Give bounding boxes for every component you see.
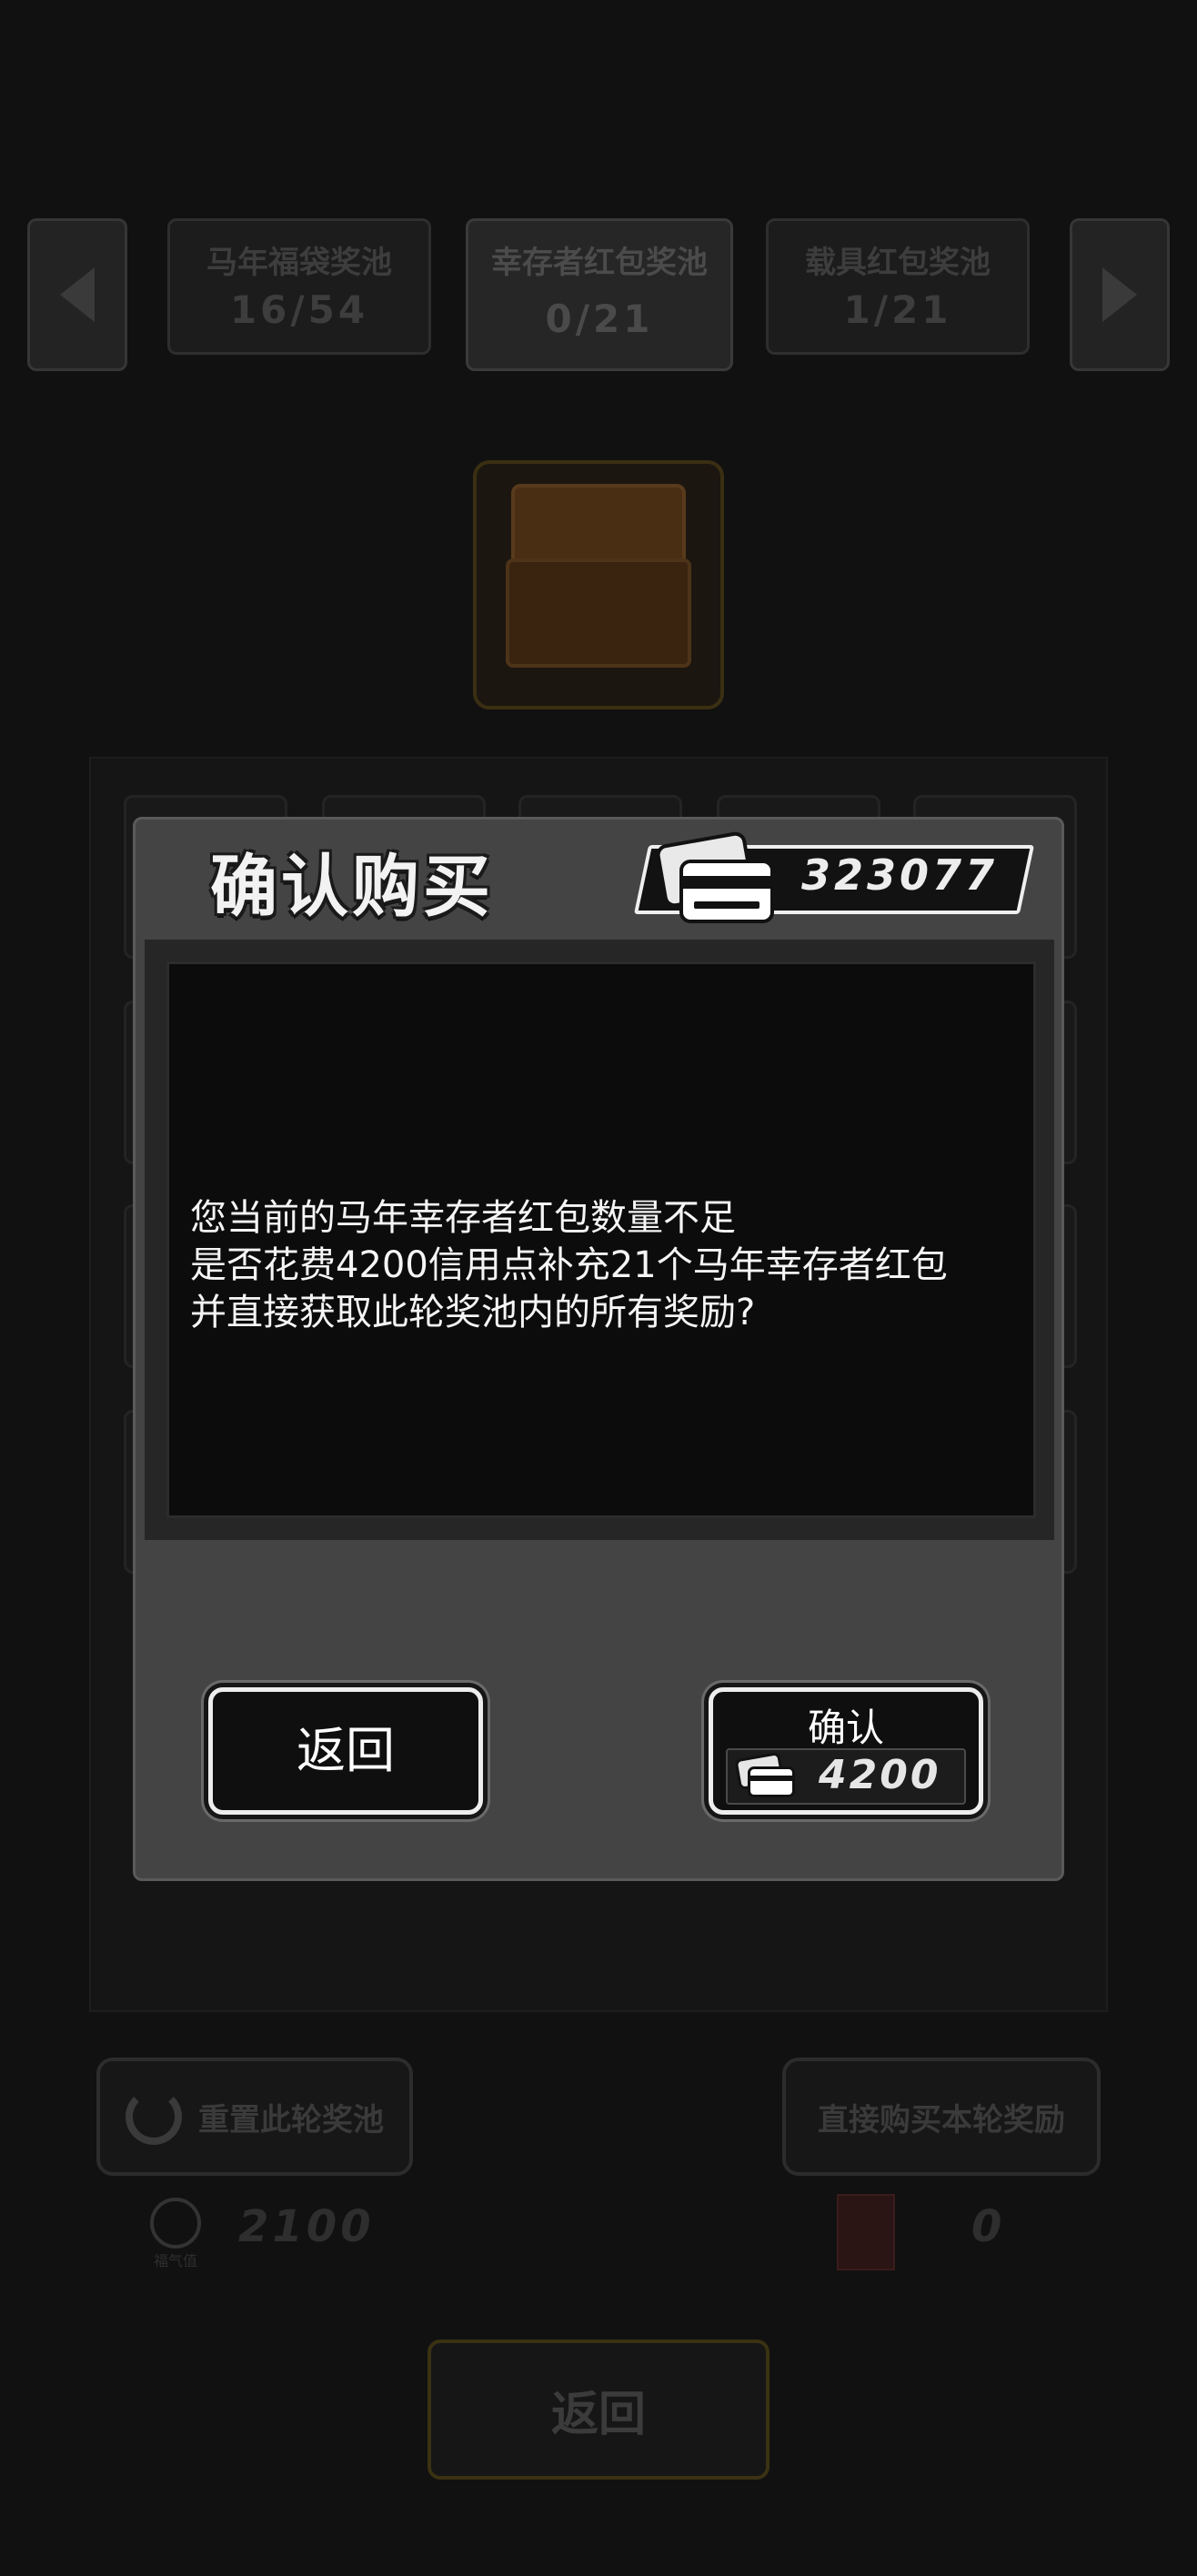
reward-chest[interactable] (473, 460, 724, 709)
chevron-left-icon (60, 267, 95, 322)
buy-all-rewards-button[interactable]: 直接购买本轮奖励 (782, 2058, 1101, 2176)
pool-tab-vehicle-redpacket[interactable]: 载具红包奖池 1/21 (766, 218, 1030, 355)
next-pool-button[interactable] (1070, 218, 1170, 371)
message-panel: 您当前的马年幸存者红包数量不足 是否花费4200信用点补充21个马年幸存者红包 … (145, 940, 1054, 1540)
buy-all-label: 直接购买本轮奖励 (818, 2101, 1065, 2138)
dialog-confirm-label: 确认 (807, 1706, 884, 1750)
pool-tab-survivor-redpacket[interactable]: 幸存者红包奖池 0/21 (466, 218, 733, 371)
pool-tab-count: 1/21 (843, 287, 952, 332)
confirm-price: 4200 (819, 1752, 941, 1798)
pool-tab-name: 载具红包奖池 (805, 245, 991, 281)
pool-tab-count: 0/21 (545, 297, 654, 341)
redpacket-value: 0 (971, 2201, 1006, 2252)
message-line: 您当前的马年幸存者红包数量不足 (190, 1197, 736, 1239)
pool-tab-count: 16/54 (229, 287, 369, 332)
pool-tab-lucky-bag[interactable]: 马年福袋奖池 16/54 (167, 218, 431, 355)
pool-tab-name: 幸存者红包奖池 (491, 245, 708, 281)
dialog-confirm-button[interactable]: 确认 4200 (709, 1687, 983, 1815)
prev-pool-button[interactable] (27, 218, 127, 371)
chevron-right-icon (1102, 267, 1137, 322)
treasure-chest-icon (511, 484, 686, 566)
message-text: 您当前的马年幸存者红包数量不足 是否花费4200信用点补充21个马年幸存者红包 … (190, 1194, 1027, 1336)
reset-pool-label: 重置此轮奖池 (198, 2101, 384, 2138)
credit-card-icon (654, 830, 787, 929)
luck-value: 2100 (238, 2201, 375, 2252)
bottom-back-button[interactable]: 返回 (428, 2340, 770, 2480)
message-line: 是否花费4200信用点补充21个马年幸存者红包 (190, 1244, 948, 1286)
refresh-icon (126, 2088, 182, 2145)
luck-coin-icon: 福气值 (146, 2198, 206, 2270)
confirm-price-box: 4200 (726, 1748, 966, 1805)
reset-pool-button[interactable]: 重置此轮奖池 (96, 2058, 413, 2176)
confirm-purchase-dialog: 确认购买 323077 您当前的马年幸存者红包数量不足 是否花费4200信用点补… (133, 817, 1064, 1881)
pool-tab-name: 马年福袋奖池 (206, 245, 392, 281)
dialog-back-button[interactable]: 返回 (208, 1687, 483, 1815)
balance-value: 323077 (801, 850, 999, 900)
bottom-back-label: 返回 (550, 2387, 646, 2442)
luck-label: 福气值 (153, 2252, 197, 2269)
red-packet-bottle-icon (837, 2194, 895, 2270)
credit-card-icon (734, 1751, 800, 1801)
message-line: 并直接获取此轮奖池内的所有奖励? (190, 1292, 756, 1333)
dialog-title: 确认购买 (210, 848, 494, 926)
dialog-back-label: 返回 (297, 1722, 395, 1779)
